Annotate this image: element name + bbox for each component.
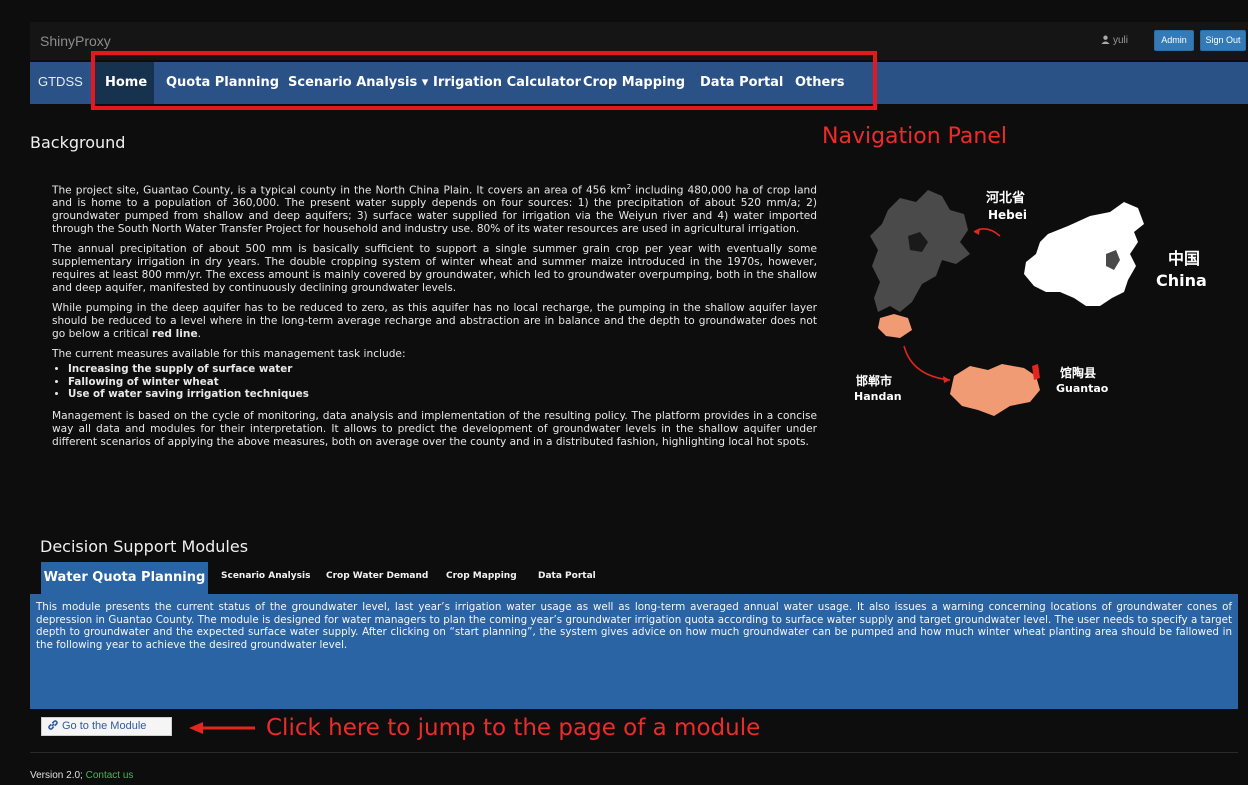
admin-button[interactable]: Admin (1154, 30, 1194, 51)
guantao-cn-label: 馆陶县 (1060, 365, 1096, 380)
background-paragraph-4: The current measures available for this … (52, 347, 406, 360)
link-icon (48, 720, 58, 730)
tab-crop-mapping[interactable]: Crop Mapping (446, 571, 517, 581)
background-title: Background (30, 133, 126, 152)
background-paragraph-2: The annual precipitation of about 500 mm… (52, 243, 817, 294)
user-name: yuli (1112, 35, 1128, 46)
arrow-handan (903, 345, 951, 381)
version-text: Version 2.0; (30, 770, 86, 781)
background-paragraph-3: While pumping in the deep aquifer has to… (52, 301, 817, 340)
go-to-module-label: Go to the Module (62, 720, 147, 732)
hebei-cn-label: 河北省 (986, 190, 1025, 206)
tab-water-quota-planning[interactable]: Water Quota Planning (41, 562, 208, 594)
handan-shape (950, 364, 1040, 416)
sign-out-button[interactable]: Sign Out (1200, 30, 1246, 51)
list-item: Increasing the supply of surface water (68, 363, 817, 376)
navigation-highlight-box (91, 51, 877, 110)
china-cn-label: 中国 (1168, 249, 1200, 268)
tab-crop-water-demand[interactable]: Crop Water Demand (326, 571, 428, 581)
handan-in-hebei (878, 314, 912, 338)
measures-list: Increasing the supply of surface water F… (68, 363, 817, 401)
china-en-label: China (1156, 271, 1207, 290)
user-icon (1101, 35, 1110, 44)
go-to-module-button[interactable]: Go to the Module (41, 717, 172, 736)
handan-en-label: Handan (854, 390, 902, 403)
contact-us-link[interactable]: Contact us (86, 770, 134, 781)
footer-version: Version 2.0; Contact us (30, 770, 133, 781)
china-shape (1024, 202, 1144, 306)
modules-title: Decision Support Modules (40, 537, 249, 556)
module-description-panel: This module presents the current status … (30, 594, 1238, 709)
tab-scenario-analysis[interactable]: Scenario Analysis (221, 571, 310, 581)
footer-divider (30, 752, 1238, 753)
tab-data-portal[interactable]: Data Portal (538, 571, 596, 581)
module-description: This module presents the current status … (36, 601, 1232, 651)
background-paragraph-5: Management is based on the cycle of moni… (52, 409, 817, 448)
location-map: 河北省 Hebei 中国 China 邯郸市 Handan 馆陶县 Guanta… (854, 190, 1207, 416)
list-item: Fallowing of winter wheat (68, 376, 817, 389)
guantao-en-label: Guantao (1056, 382, 1109, 395)
background-paragraph-1: The project site, Guantao County, is a t… (52, 183, 817, 236)
hebei-en-label: Hebei (988, 208, 1027, 222)
navigation-panel-annotation: Navigation Panel (822, 124, 1008, 149)
app-brand[interactable]: GTDSS (38, 74, 83, 89)
background-text: The project site, Guantao County, is a t… (52, 181, 817, 456)
handan-cn-label: 邯郸市 (856, 373, 892, 388)
list-item: Use of water saving irrigation technique… (68, 388, 817, 401)
click-here-annotation: Click here to jump to the page of a modu… (266, 715, 761, 741)
user-indicator: yuli (1101, 35, 1128, 46)
shinyproxy-brand[interactable]: ShinyProxy (40, 33, 111, 49)
left-arrow-icon (189, 722, 255, 734)
